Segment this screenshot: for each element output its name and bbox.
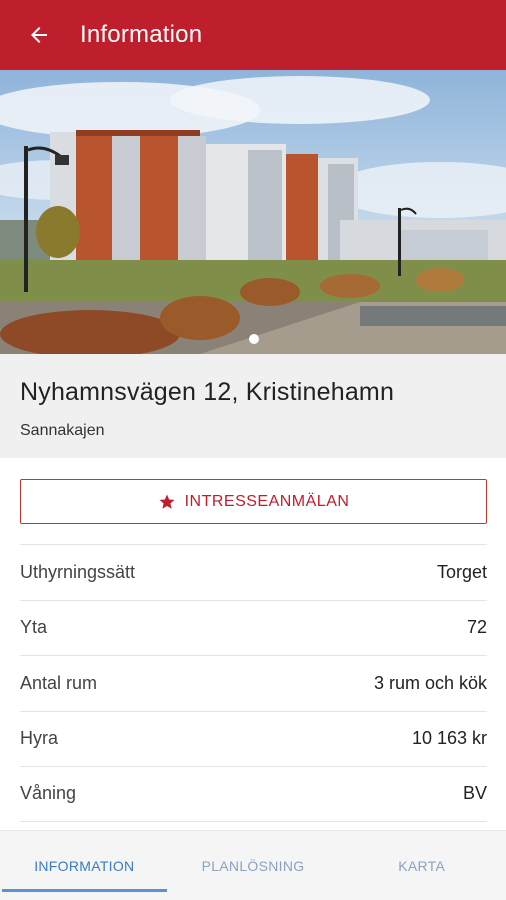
detail-row-rent: Hyra 10 163 kr bbox=[20, 710, 487, 767]
app-bar: Information bbox=[0, 0, 506, 70]
tab-floor-plan[interactable]: PLANLÖSNING bbox=[169, 831, 338, 900]
listing-details: Uthyrningssätt Torget Yta 72 Antal rum 3… bbox=[20, 544, 487, 822]
detail-row-floor: Våning BV bbox=[20, 766, 487, 822]
interest-registration-button[interactable]: INTRESSEANMÄLAN bbox=[20, 479, 487, 524]
page-title: Information bbox=[80, 21, 203, 48]
detail-value: Torget bbox=[436, 561, 487, 582]
back-button[interactable] bbox=[4, 0, 74, 70]
listing-area: Sannakajen bbox=[20, 422, 105, 439]
arrow-back-icon bbox=[31, 27, 47, 43]
property-image-carousel[interactable] bbox=[0, 70, 506, 354]
detail-row-size: Yta 72 bbox=[20, 599, 487, 656]
apartment-building-photo bbox=[0, 70, 506, 354]
listing-header: Nyhamnsvägen 12, Kristinehamn Sannakajen bbox=[0, 354, 506, 458]
carousel-page-indicator bbox=[249, 334, 259, 344]
listing-address: Nyhamnsvägen 12, Kristinehamn bbox=[20, 378, 395, 406]
interest-button-label: INTRESSEANMÄLAN bbox=[184, 492, 350, 510]
detail-row-rental-method: Uthyrningssätt Torget bbox=[20, 544, 487, 600]
detail-value: 3 rum och kök bbox=[373, 672, 487, 693]
tab-information[interactable]: INFORMATION bbox=[0, 831, 169, 900]
detail-label: Yta bbox=[20, 617, 48, 638]
detail-label: Antal rum bbox=[20, 672, 98, 693]
bottom-tab-bar: INFORMATION PLANLÖSNING KARTA bbox=[0, 830, 506, 900]
star-icon bbox=[158, 493, 176, 511]
detail-label: Hyra bbox=[20, 728, 59, 749]
detail-label: Våning bbox=[20, 783, 77, 804]
detail-row-rooms: Antal rum 3 rum och kök bbox=[20, 655, 487, 711]
detail-value: 10 163 kr bbox=[411, 728, 487, 749]
tab-map[interactable]: KARTA bbox=[337, 831, 506, 900]
detail-value: 72 bbox=[466, 617, 487, 638]
detail-value: BV bbox=[462, 783, 487, 804]
detail-label: Uthyrningssätt bbox=[20, 561, 136, 582]
